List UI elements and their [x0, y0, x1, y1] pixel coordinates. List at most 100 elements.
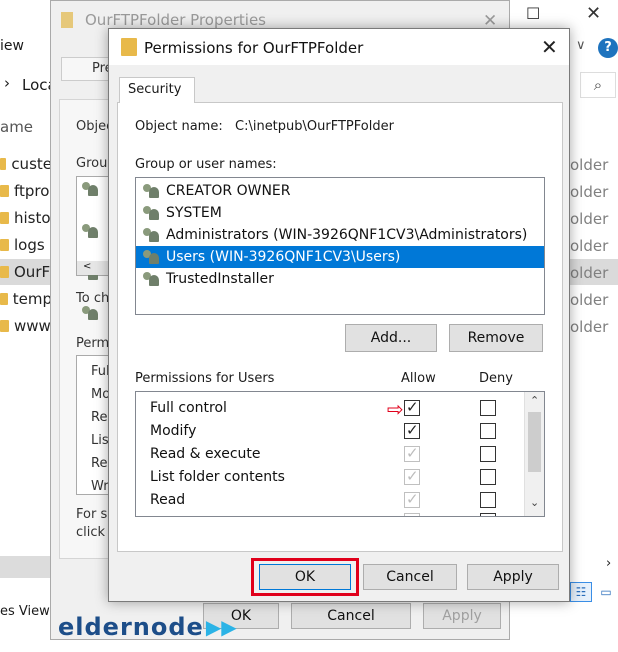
users-icon [142, 183, 162, 199]
scroll-right-icon[interactable]: › [606, 556, 611, 571]
allow-full-control-checkbox[interactable] [404, 398, 420, 416]
perm-label-modify: Modify [150, 422, 197, 439]
red-arrow-icon: ⇨ [387, 397, 404, 421]
folder-item[interactable]: logs [0, 232, 52, 258]
close-icon[interactable]: ✕ [586, 3, 601, 24]
folder-type-label: older [570, 156, 609, 174]
permissions-list[interactable]: Full control Modify Read & execute List … [135, 391, 545, 517]
users-icon [142, 271, 162, 287]
play-arrows-icon: ▶▶ [205, 615, 237, 639]
chevron-down-icon[interactable]: ∨ [576, 38, 586, 53]
folder-icon [121, 38, 137, 56]
folder-icon [0, 239, 9, 251]
folder-type-label: older [570, 318, 609, 336]
folder-item[interactable]: ftpro [0, 178, 52, 204]
user-row-system[interactable]: SYSTEM [136, 202, 544, 224]
folder-icon [0, 158, 7, 170]
perm-label-read: Read [150, 491, 186, 508]
deny-write-checkbox-partial[interactable] [480, 513, 496, 516]
folder-type-label: older [570, 183, 609, 201]
users-icon [142, 227, 162, 243]
properties-title: OurFTPFolder Properties [85, 11, 266, 29]
user-row-creator-owner[interactable]: CREATOR OWNER [136, 180, 544, 202]
folder-item-selected[interactable]: OurF [0, 259, 52, 285]
user-row-trustedinstaller[interactable]: TrustedInstaller [136, 268, 544, 290]
folder-icon [61, 12, 73, 28]
cancel-button[interactable]: Cancel [363, 564, 457, 590]
dialog-title: Permissions for OurFTPFolder [144, 39, 364, 57]
deny-full-control-checkbox[interactable] [480, 400, 496, 416]
folder-icon [0, 266, 9, 278]
status-view-fragment: es View [0, 604, 50, 619]
folder-icon [0, 320, 9, 332]
folder-icon [0, 293, 8, 305]
add-button[interactable]: Add... [345, 324, 437, 352]
perm-label-list-folder-contents: List folder contents [150, 468, 285, 485]
perm-item-fragment: Re [91, 456, 108, 471]
permissions-scrollbar[interactable]: ⌃ ⌄ [524, 392, 544, 516]
allow-modify-checkbox[interactable] [404, 421, 420, 439]
folder-type-label: older [570, 291, 609, 309]
allow-read-execute-checkbox[interactable] [404, 444, 420, 462]
name-column-header[interactable]: ame [0, 118, 33, 136]
explorer-left-pane: iew › Loca ame custe ftpro histo logs Ou… [0, 0, 57, 652]
object-name-label: Object name: [135, 119, 223, 134]
watermark-text: eldernode [58, 613, 204, 641]
folder-type-label: older [570, 210, 609, 228]
perm-item-fragment: Re [91, 410, 108, 425]
user-list[interactable]: CREATOR OWNER SYSTEM Administrators (WIN… [135, 177, 545, 315]
click-fragment: click [76, 525, 106, 540]
close-icon[interactable]: ✕ [541, 35, 558, 59]
view-menu-fragment[interactable]: iew [0, 38, 24, 54]
folder-type-label: older [570, 264, 609, 282]
deny-header: Deny [479, 371, 513, 386]
to-change-fragment: To ch [76, 291, 110, 306]
allow-read-checkbox[interactable] [404, 490, 420, 508]
object-name-value: C:\inetpub\OurFTPFolder [235, 119, 394, 134]
deny-list-folder-contents-checkbox[interactable] [480, 469, 496, 485]
folder-icon [0, 212, 9, 224]
back-chevron-icon[interactable]: › [4, 74, 10, 92]
users-icon [81, 181, 101, 197]
users-icon [142, 249, 162, 265]
users-icon [142, 205, 162, 221]
allow-list-folder-contents-checkbox[interactable] [404, 467, 420, 485]
maximize-icon[interactable]: ☐ [526, 4, 540, 23]
deny-modify-checkbox[interactable] [480, 423, 496, 439]
scroll-thumb[interactable] [528, 412, 541, 472]
permissions-for-users-label: Permissions for Users [135, 371, 275, 386]
large-icons-view-icon[interactable]: ▭ [596, 582, 616, 602]
remove-button[interactable]: Remove [449, 324, 543, 352]
folder-type-label: older [570, 237, 609, 255]
dialog-titlebar: Permissions for OurFTPFolder ✕ [109, 29, 569, 65]
properties-cancel-button[interactable]: Cancel [291, 603, 411, 629]
tab-security[interactable]: Security [119, 77, 195, 103]
folder-item[interactable]: temp [0, 286, 52, 312]
perm-label-read-execute: Read & execute [150, 445, 261, 462]
scroll-down-icon[interactable]: ⌄ [530, 496, 539, 509]
help-icon[interactable]: ? [598, 38, 618, 58]
folder-icon [0, 185, 9, 197]
search-icon[interactable]: ⌕ [580, 72, 616, 98]
apply-button[interactable]: Apply [467, 564, 559, 590]
perm-label-full-control: Full control [150, 399, 227, 416]
properties-apply-button[interactable]: Apply [423, 603, 501, 629]
users-icon [81, 223, 101, 239]
folder-item[interactable]: custe [0, 151, 52, 177]
permissions-dialog: Permissions for OurFTPFolder ✕ Security … [108, 28, 570, 602]
users-icon [81, 305, 101, 321]
deny-read-checkbox[interactable] [480, 492, 496, 508]
folder-item[interactable]: histo [0, 205, 52, 231]
deny-read-execute-checkbox[interactable] [480, 446, 496, 462]
eldernode-logo: eldernode ▶▶ [58, 612, 237, 642]
perm-item-fragment: Wr [91, 479, 109, 494]
ok-button[interactable]: OK [259, 564, 351, 590]
user-row-administrators[interactable]: Administrators (WIN-3926QNF1CV3\Administ… [136, 224, 544, 246]
allow-header: Allow [401, 371, 436, 386]
details-view-icon[interactable]: ☷ [570, 582, 592, 602]
horizontal-scrollbar[interactable] [0, 556, 52, 578]
folder-item[interactable]: www [0, 313, 52, 339]
allow-write-checkbox-partial[interactable] [404, 513, 420, 516]
scroll-up-icon[interactable]: ⌃ [530, 394, 539, 407]
user-row-users[interactable]: Users (WIN-3926QNF1CV3\Users) [136, 246, 544, 268]
